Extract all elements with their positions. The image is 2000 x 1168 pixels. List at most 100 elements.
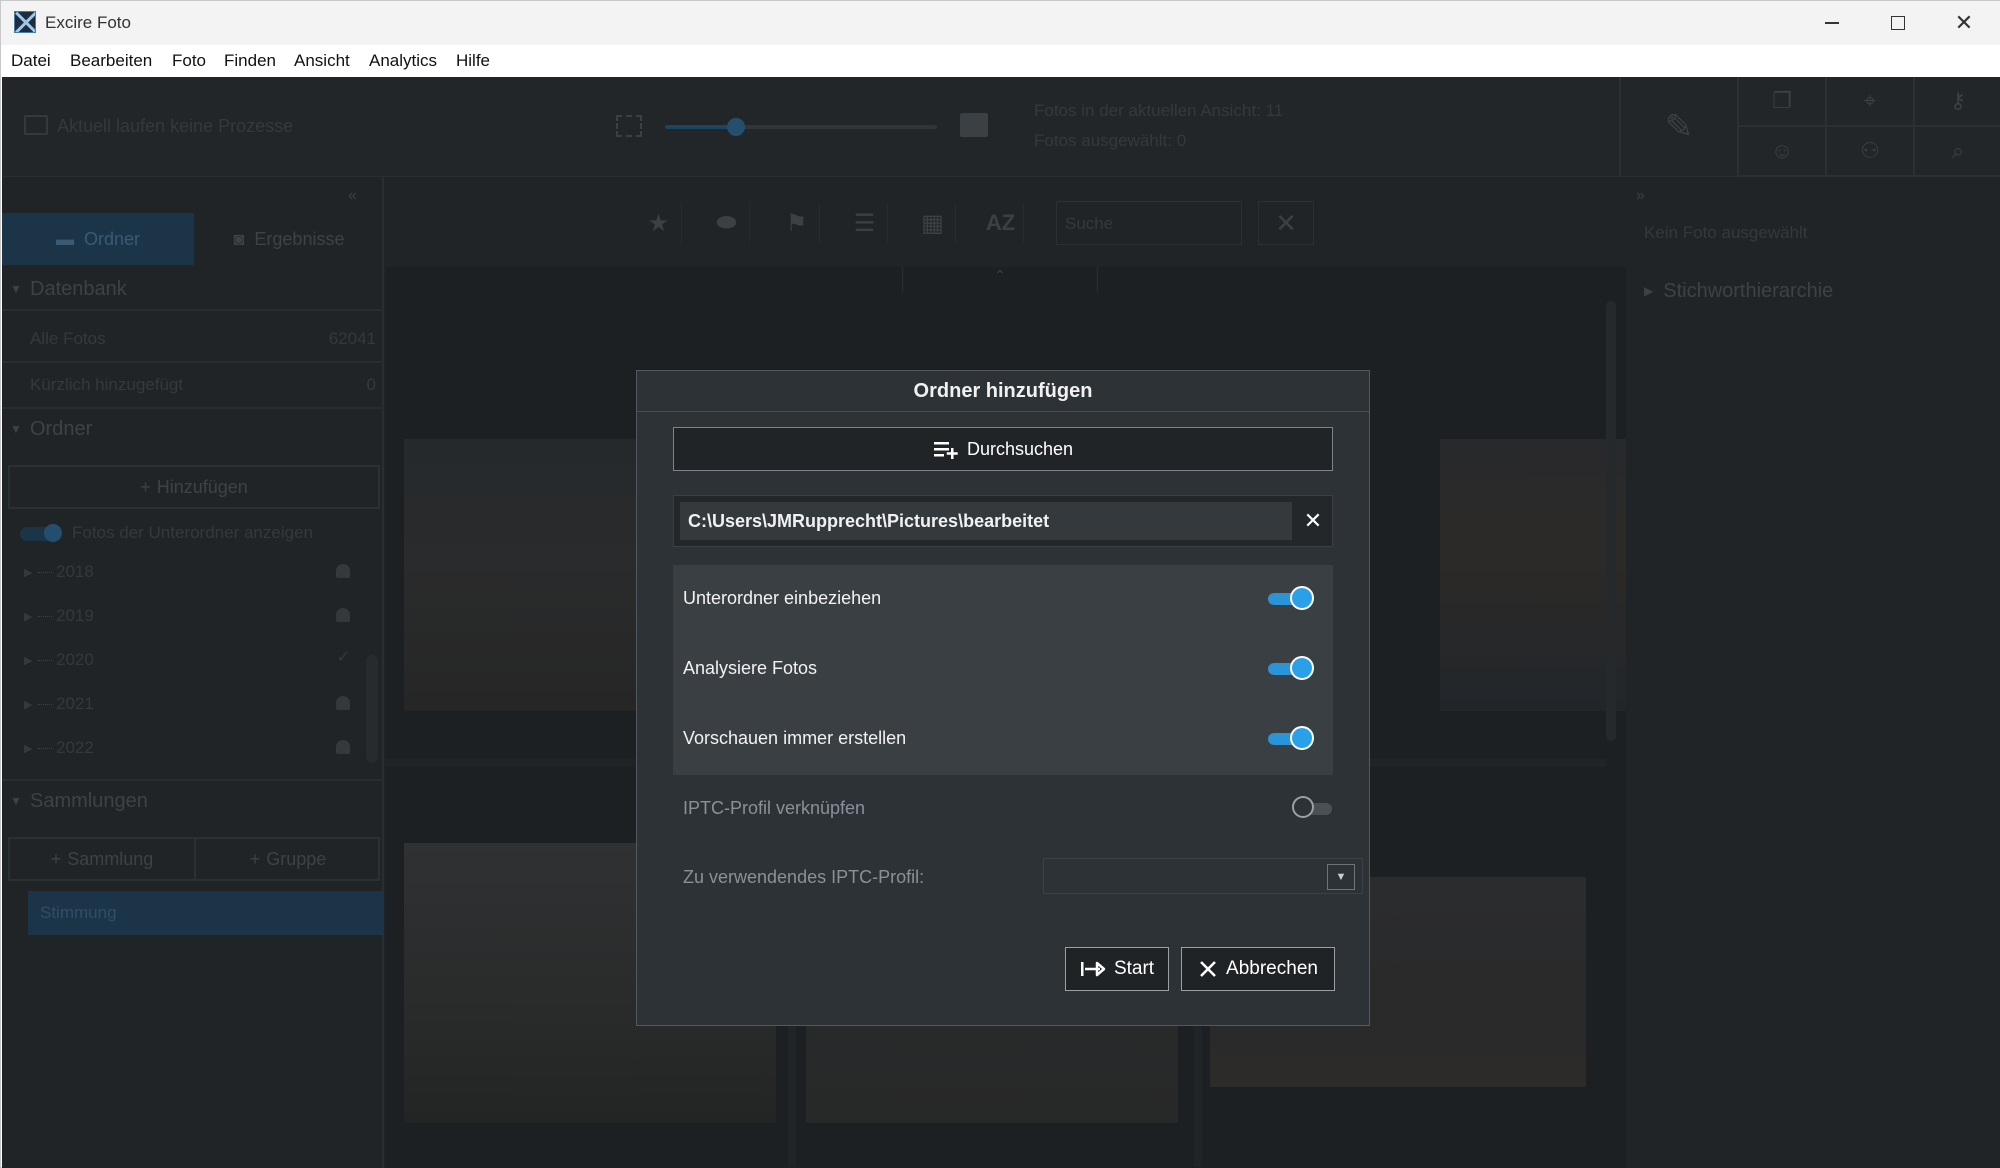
close-window-button[interactable]: ✕ [1931, 1, 1997, 45]
photos-selected-count: Fotos ausgewählt: 0 [1034, 131, 1187, 150]
menu-foto[interactable]: Foto [172, 51, 206, 71]
search-input[interactable]: Suche [1056, 201, 1242, 245]
expand-icon[interactable]: ▶ [24, 698, 38, 711]
list-icon[interactable]: ☰ [842, 203, 888, 243]
option-label: IPTC-Profil verknüpfen [683, 798, 866, 818]
scrollbar-thumb[interactable] [1606, 301, 1616, 741]
app-content: Aktuell laufen keine Prozesse Fotos in d… [2, 77, 2000, 1168]
menu-bearbeiten[interactable]: Bearbeiten [70, 51, 152, 71]
slider-knob[interactable] [726, 118, 745, 136]
flag-icon[interactable]: ⚑ [774, 203, 820, 243]
clear-search-button[interactable]: ✕ [1258, 201, 1314, 245]
section-database-label: Datenbank [30, 277, 127, 300]
folder-name: 2022 [56, 738, 94, 757]
tab-results-label: Ergebnisse [254, 228, 345, 249]
collection-name: Stimmung [40, 903, 117, 922]
tab-results[interactable]: ◙ Ergebnisse [194, 213, 384, 265]
collection-item[interactable]: Stimmung [28, 891, 384, 935]
keyword-hierarchy-section[interactable]: ▶ Stichworthierarchie [1626, 271, 2000, 311]
bell-icon [336, 608, 350, 622]
location-icon[interactable]: ⌖ [1827, 77, 1915, 127]
subfolder-photos-toggle[interactable] [20, 524, 62, 542]
menu-bar: Datei Bearbeiten Foto Finden Ansicht Ana… [1, 45, 2000, 77]
start-button[interactable]: Start [1065, 947, 1169, 991]
folder-tree-item[interactable]: ▶ 2019 [24, 601, 364, 631]
close-icon [1200, 961, 1216, 977]
link-iptc-profile-toggle[interactable] [1294, 798, 1332, 816]
section-folders[interactable]: ▼ Ordner [2, 409, 384, 449]
always-create-previews-toggle[interactable] [1268, 728, 1312, 748]
add-folder-dialog: Ordner hinzufügen Durchsuchen C:\Users\J… [636, 370, 1370, 1026]
expand-right-icon[interactable]: » [1636, 187, 1645, 205]
expand-icon[interactable]: ▶ [24, 610, 38, 623]
bell-icon [336, 696, 350, 710]
cancel-button[interactable]: Abbrechen [1181, 947, 1335, 991]
section-collections[interactable]: ▼ Sammlungen [2, 781, 384, 821]
collapse-up-icon[interactable]: ⌃ [902, 267, 1098, 293]
thumbnail-size-slider[interactable] [665, 118, 937, 136]
expand-icon[interactable]: ▶ [24, 654, 38, 667]
section-database[interactable]: ▼ Datenbank [2, 269, 384, 309]
calendar-icon[interactable]: ▦ [910, 203, 956, 243]
menu-datei[interactable]: Datei [11, 51, 51, 71]
menu-analytics[interactable]: Analytics [369, 51, 437, 71]
people-icon[interactable]: ⚇ [1827, 127, 1915, 177]
recent-item[interactable]: Kürzlich hinzugefügt 0 [30, 375, 376, 395]
expand-icon[interactable]: ▶ [24, 566, 38, 579]
caret-right-icon: ▶ [1644, 284, 1654, 298]
analyze-photos-toggle[interactable] [1268, 658, 1312, 678]
duplicates-icon[interactable]: ❐ [1739, 77, 1827, 127]
filter-bar: ★ ⬬ ⚑ ☰ ▦ AZ Suche ✕ [386, 177, 1626, 267]
minimize-button[interactable] [1799, 1, 1865, 45]
add-folder-button[interactable]: + Hinzufügen [8, 465, 380, 509]
small-thumbnail-icon[interactable] [616, 115, 642, 137]
caret-down-icon: ▼ [10, 282, 22, 296]
add-collection-button[interactable]: + Sammlung [10, 839, 194, 879]
browse-button[interactable]: Durchsuchen [673, 427, 1333, 471]
folder-tree-item[interactable]: ▶ 2018 [24, 557, 364, 587]
cancel-label: Abbrechen [1226, 958, 1318, 979]
section-collections-label: Sammlungen [30, 789, 148, 812]
search-icon[interactable]: ⌕ [1915, 127, 2000, 177]
edit-metadata-icon[interactable]: ✎ [1621, 77, 1739, 177]
folder-tree-scrollbar[interactable] [366, 655, 378, 763]
tab-folders[interactable]: ▬ Ordner [2, 213, 194, 265]
star-icon[interactable]: ★ [636, 203, 682, 243]
keyword-icon[interactable]: ⚷ [1915, 77, 2000, 127]
include-subfolders-toggle[interactable] [1268, 588, 1312, 608]
caret-down-icon: ▼ [10, 422, 22, 436]
option-label: Vorschauen immer erstellen [683, 728, 907, 748]
option-label: Analysiere Fotos [683, 658, 818, 678]
folder-path-input[interactable]: C:\Users\JMRupprecht\Pictures\bearbeitet [680, 502, 1292, 540]
large-thumbnail-icon[interactable] [960, 113, 988, 137]
photo-grid-scrollbar[interactable] [1604, 281, 1618, 1161]
option-label: Unterordner einbeziehen [683, 588, 882, 608]
add-group-button[interactable]: + Gruppe [196, 839, 380, 879]
tool-grid: ✎ ❐ ⌖ ⚷ ☺ ⚇ ⌕ [1619, 77, 2000, 177]
face-icon[interactable]: ☺ [1739, 127, 1827, 177]
menu-ansicht[interactable]: Ansicht [294, 51, 350, 71]
folder-icon: ▬ [55, 228, 74, 249]
folder-tree-item[interactable]: ▶ 2021 [24, 689, 364, 719]
close-icon: ✕ [1954, 10, 1974, 35]
start-label: Start [1113, 958, 1155, 979]
clear-path-button[interactable]: ✕ [1298, 502, 1328, 540]
no-photo-selected: Kein Foto ausgewählt [1644, 223, 1808, 242]
menu-hilfe[interactable]: Hilfe [456, 51, 490, 71]
maximize-button[interactable] [1865, 1, 1931, 45]
right-sidebar: » Kein Foto ausgewählt ▶ Stichworthierar… [1626, 177, 2000, 1168]
expand-icon[interactable]: ▶ [24, 742, 38, 755]
chevron-down-icon[interactable]: ▼ [1327, 864, 1355, 890]
folder-tree-item[interactable]: ▶ 2020 ✓ [24, 645, 364, 675]
app-window: Excire Foto ✕ Datei Bearbeiten Foto Find… [0, 0, 2000, 1168]
all-photos-item[interactable]: Alle Fotos 62041 [30, 329, 376, 349]
option-always-create-previews: Vorschauen immer erstellen [673, 705, 1333, 775]
iptc-profile-dropdown[interactable]: ▼ [1043, 858, 1363, 894]
close-icon: ✕ [1303, 508, 1323, 533]
sort-az-icon[interactable]: AZ [978, 203, 1024, 243]
collapse-left-icon[interactable]: « [348, 187, 357, 205]
menu-finden[interactable]: Finden [224, 51, 276, 71]
label-icon[interactable]: ⬬ [704, 203, 750, 243]
folder-tree-item[interactable]: ▶ 2022 [24, 733, 364, 763]
dialog-title: Ordner hinzufügen [637, 371, 1369, 412]
